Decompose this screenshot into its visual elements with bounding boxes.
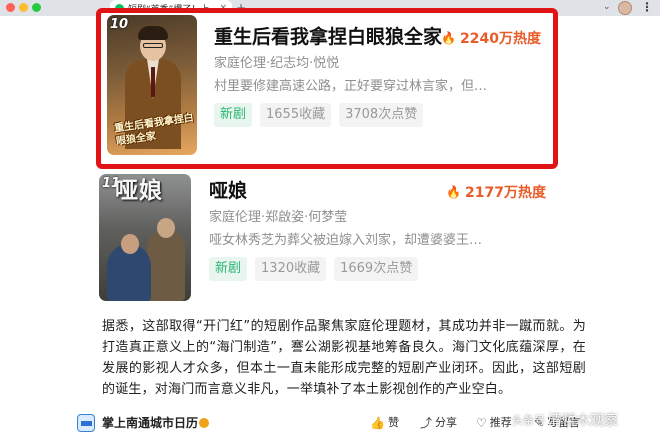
rank-number: 10 <box>110 17 129 32</box>
poster-figure <box>147 230 185 301</box>
thumbs-up-icon: 👍 <box>370 416 385 430</box>
share-button[interactable]: ⤴ 分享 <box>420 414 457 432</box>
drama-info: 重生后看我拿捏白眼狼全家 🔥 2240万热度 家庭伦理·纪志均·悦悦 村里要修建… <box>214 23 545 127</box>
article-body: 据悉，这部取得“开门红”的短剧作品聚焦家庭伦理题材，其成功并非一蹴而就。为打造真… <box>76 316 586 400</box>
poster-glasses <box>143 43 163 48</box>
drama-poster[interactable]: 11 哑娘 <box>99 174 191 301</box>
heat-indicator: 🔥 2177万热度 <box>446 182 546 202</box>
drama-synopsis: 村里要修建高速公路，正好要穿过林言家，但… <box>214 79 488 94</box>
likes-count-tag: 3708次点赞 <box>339 103 424 127</box>
flame-icon: 🔥 <box>441 31 457 45</box>
poster-hair <box>138 26 168 40</box>
poster-tie <box>151 67 155 97</box>
recommend-button[interactable]: ♡ 推荐 <box>476 414 512 432</box>
heart-icon: ♡ <box>476 416 487 430</box>
article-paragraph: 据悉，这部取得“开门红”的短剧作品聚焦家庭伦理题材，其成功并非一蹴而就。为打造真… <box>102 319 586 397</box>
poster-title-art: 哑娘 <box>115 177 163 204</box>
drama-tags: 新剧 1655收藏 3708次点赞 <box>214 103 545 127</box>
verified-badge-icon <box>199 418 209 428</box>
window-maximize-button[interactable] <box>32 3 41 12</box>
drama-card-rank-11[interactable]: 11 哑娘 哑娘 🔥 2177万热度 家庭伦理·郑啟姿·何梦莹 哑女林秀芝为葬父… <box>96 172 558 305</box>
share-label: 分享 <box>435 416 458 429</box>
like-button[interactable]: 👍 赞 <box>370 414 399 432</box>
like-label: 赞 <box>387 416 399 429</box>
drama-synopsis: 哑女林秀芝为葬父被迫嫁入刘家，却遭婆婆王… <box>209 233 483 248</box>
drama-genre-cast: 家庭伦理·纪志均·悦悦 <box>214 56 340 71</box>
account-name[interactable]: 掌上南通城市日历 <box>102 413 198 433</box>
window-close-button[interactable] <box>6 3 15 12</box>
heat-value: 2177万热度 <box>465 185 546 201</box>
watermark: 头条号 清哲木观察 <box>512 410 618 432</box>
heat-value: 2240万热度 <box>460 31 541 47</box>
watermark-logo: 头条号 <box>512 414 545 427</box>
drama-card-rank-10[interactable]: 10 重生后看我拿捏白眼狼全家 重生后看我拿捏白眼狼全家 🔥 2240万热度 家… <box>96 8 558 169</box>
window-minimize-button[interactable] <box>19 3 28 12</box>
drama-genre-cast: 家庭伦理·郑啟姿·何梦莹 <box>209 210 348 225</box>
share-icon: ⤴ <box>420 416 433 430</box>
drama-info: 哑娘 🔥 2177万热度 家庭伦理·郑啟姿·何梦莹 哑女林秀芝为葬父被迫嫁入刘家… <box>209 177 550 281</box>
article-footer-bar: 掌上南通城市日历 👍 赞 ⤴ 分享 ♡ 推荐 ✎ 写留言 头条号 清哲木观察 <box>72 410 660 435</box>
drama-tags: 新剧 1320收藏 1669次点赞 <box>209 257 550 281</box>
poster-face <box>121 234 139 254</box>
drama-poster[interactable]: 10 重生后看我拿捏白眼狼全家 <box>107 15 197 155</box>
account-avatar[interactable] <box>77 414 95 432</box>
watermark-text: 清哲木观察 <box>548 413 618 429</box>
profile-avatar[interactable] <box>618 1 632 15</box>
favorites-count-tag: 1320收藏 <box>255 257 327 281</box>
flame-icon: 🔥 <box>446 185 462 199</box>
new-drama-tag: 新剧 <box>209 257 248 281</box>
likes-count-tag: 1669次点赞 <box>334 257 419 281</box>
favorites-count-tag: 1655收藏 <box>260 103 332 127</box>
tab-list-chevron-icon[interactable]: ⌄ <box>603 2 611 12</box>
new-drama-tag: 新剧 <box>214 103 253 127</box>
heat-indicator: 🔥 2240万热度 <box>441 28 541 48</box>
poster-face <box>157 218 175 238</box>
recommend-label: 推荐 <box>489 416 512 429</box>
browser-menu-icon[interactable]: ⋮ <box>641 0 653 15</box>
